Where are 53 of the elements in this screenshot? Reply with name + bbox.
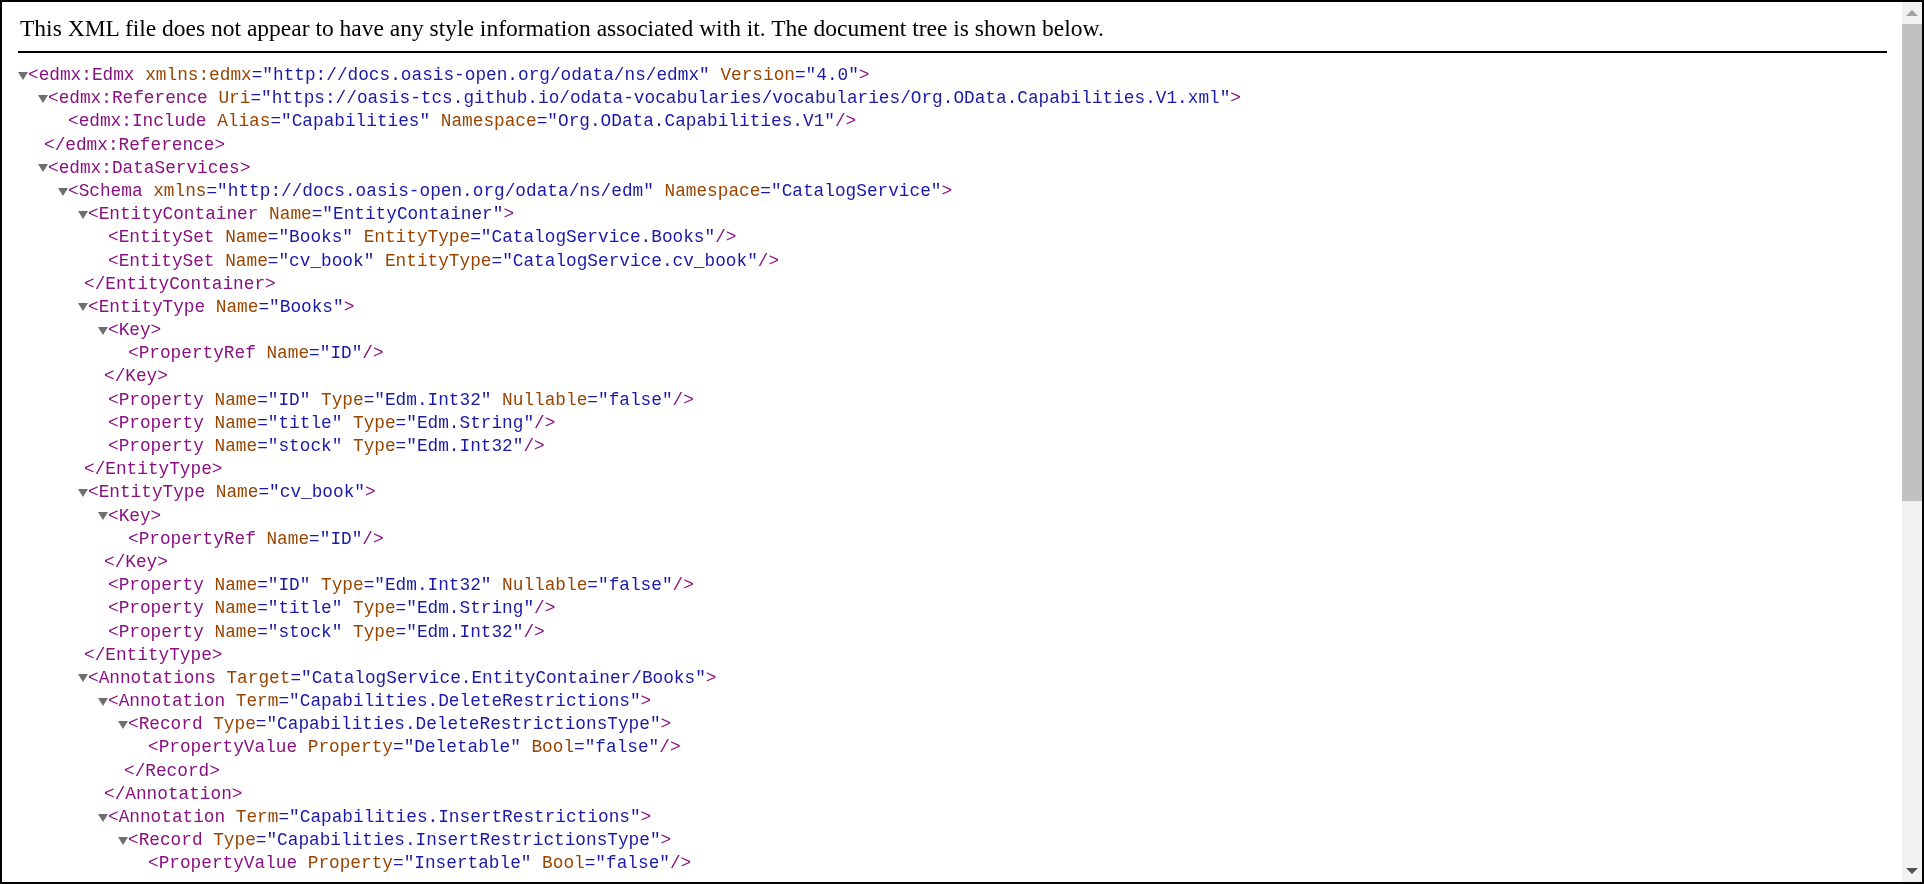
xml-tag-line: <PropertyRef Name="ID"/>	[128, 342, 384, 366]
xml-tag-line: <EntityType Name="Books">	[88, 295, 355, 319]
xml-tag-line: <Annotation Term="Capabilities.DeleteRestrictions">	[108, 690, 652, 714]
xml-closing-tag: </Key>	[104, 365, 168, 389]
xml-tag-line: <Property Name="stock" Type="Edm.Int32"/>	[108, 620, 545, 644]
xml-closing-tag: </Annotation>	[104, 782, 243, 806]
xml-tag-line: <edmx:DataServices>	[48, 156, 251, 180]
xml-tag-line: <EntitySet Name="cv_book" EntityType="CatalogService.cv_book"/>	[108, 249, 780, 273]
collapse-triangle-icon[interactable]	[78, 674, 88, 683]
xml-tag-line: <EntitySet Name="Books" EntityType="CatalogService.Books"/>	[108, 226, 737, 250]
collapse-triangle-icon[interactable]	[98, 512, 108, 521]
xml-tag-line: <EntityContainer Name="EntityContainer">	[88, 203, 515, 227]
xml-tag-line: <Key>	[108, 319, 162, 343]
collapse-triangle-icon[interactable]	[98, 697, 108, 706]
xml-closing-tag: </EntityContainer>	[84, 272, 276, 296]
collapse-triangle-icon[interactable]	[78, 303, 88, 312]
collapse-triangle-icon[interactable]	[98, 813, 108, 822]
xml-tag-line: <Record Type="Capabilities.InsertRestrictionsType">	[128, 829, 672, 853]
collapse-triangle-icon[interactable]	[118, 836, 128, 845]
collapse-triangle-icon[interactable]	[98, 326, 108, 335]
xml-tag-line: <Record Type="Capabilities.DeleteRestrictionsType">	[128, 713, 672, 737]
scroll-down-icon[interactable]	[1906, 868, 1918, 874]
collapse-triangle-icon[interactable]	[118, 720, 128, 729]
xml-tag-line: <EntityType Name="cv_book">	[88, 481, 376, 505]
xml-tag-line: <edmx:Edmx xmlns:edmx="http://docs.oasis-open.org/odata/ns/edmx" Version="4.0">	[28, 64, 870, 87]
collapse-triangle-icon[interactable]	[78, 210, 88, 219]
xml-tag-line: <Property Name="title" Type="Edm.String"/>	[108, 411, 556, 435]
xml-tag-line: <edmx:Reference Uri="https://oasis-tcs.github.io/odata-vocabularies/vocabularies/Org.OData.Capabilities.V1.xml">	[48, 87, 1241, 111]
collapse-triangle-icon[interactable]	[18, 71, 28, 80]
xml-tag-line: <Property Name="ID" Type="Edm.Int32" Nullable="false"/>	[108, 574, 694, 598]
scrollbar[interactable]	[1902, 2, 1922, 882]
xml-closing-tag: </EntityType>	[84, 643, 223, 667]
xml-tag-line: <Property Name="title" Type="Edm.String"/>	[108, 597, 556, 621]
xml-closing-tag: </Record>	[124, 759, 220, 783]
info-notice: This XML file does not appear to have any style information associated with it. The document tree is shown below.	[20, 15, 1104, 41]
scrollbar-thumb[interactable]	[1902, 24, 1922, 501]
xml-tag-line: <Property Name="ID" Type="Edm.Int32" Nullable="false"/>	[108, 388, 694, 412]
xml-tag-line: <PropertyValue Property="Insertable" Bool="false"/>	[148, 852, 692, 876]
collapse-triangle-icon[interactable]	[78, 488, 88, 497]
xml-closing-tag: </EntityType>	[84, 458, 223, 482]
collapse-triangle-icon[interactable]	[58, 187, 68, 196]
xml-closing-tag: </edmx:Reference>	[44, 133, 226, 157]
xml-tag-line: <PropertyRef Name="ID"/>	[128, 527, 384, 551]
collapse-triangle-icon[interactable]	[38, 94, 48, 103]
xml-tag-line: <Annotations Target="CatalogService.EntityContainer/Books">	[88, 666, 717, 690]
collapse-triangle-icon[interactable]	[38, 164, 48, 173]
xml-tag-line: <Property Name="stock" Type="Edm.Int32"/>	[108, 435, 545, 458]
xml-tag-line: <edmx:Include Alias="Capabilities" Namespace="Org.OData.Capabilities.V1"/>	[68, 110, 857, 134]
xml-tag-line: <Annotation Term="Capabilities.InsertRestrictions">	[108, 806, 652, 829]
xml-closing-tag: </Key>	[104, 550, 168, 575]
xml-tag-line: <Key>	[108, 504, 162, 528]
xml-tag-line: <Schema xmlns="http://docs.oasis-open.org/odata/ns/edm" Namespace="CatalogService">	[68, 179, 953, 203]
xml-tag-line: <PropertyValue Property="Deletable" Bool="false"/>	[148, 736, 681, 760]
